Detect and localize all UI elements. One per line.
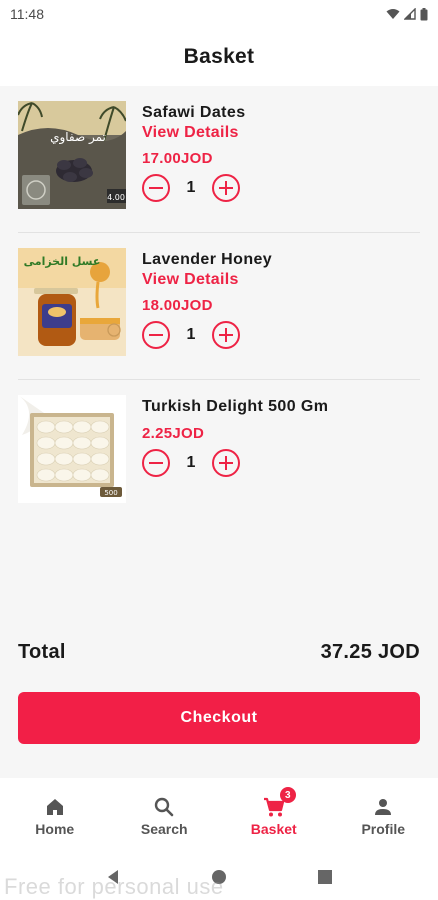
system-nav-bar	[0, 854, 438, 900]
bottom-nav: Home Search 3 Basket Profile	[0, 778, 438, 854]
increase-quantity-button[interactable]	[212, 449, 240, 477]
search-icon	[155, 797, 174, 817]
turkish-delight-weight-tag: 500	[104, 489, 117, 497]
honey-image-caption: عسل الخزامى	[24, 255, 101, 268]
nav-search[interactable]: Search	[110, 778, 220, 854]
nav-basket[interactable]: 3 Basket	[219, 778, 329, 854]
home-button-icon[interactable]	[211, 869, 227, 885]
product-image-honey: عسل الخزامى	[18, 248, 126, 356]
nav-home-label: Home	[35, 821, 75, 837]
nav-search-label: Search	[140, 821, 188, 837]
product-name: Lavender Honey	[142, 251, 273, 268]
checkout-button[interactable]: Checkout	[18, 692, 420, 744]
decrease-quantity-button[interactable]	[142, 174, 170, 202]
product-name: Turkish Delight 500 Gm	[142, 398, 329, 415]
product-price: 17.00JOD	[142, 150, 213, 167]
dates-price-tag: 4.00	[107, 193, 125, 202]
cart-count-badge: 3	[279, 787, 296, 803]
decrease-quantity-button[interactable]	[142, 449, 170, 477]
quantity-stepper: 1	[142, 321, 272, 349]
basket-item: 500 Turkish Delight 500 Gm 2.25JOD 1	[18, 380, 420, 527]
product-price: 2.25JOD	[142, 425, 205, 442]
battery-icon	[420, 7, 428, 20]
cart-icon-wrapper: 3	[262, 787, 296, 819]
increase-quantity-button[interactable]	[212, 174, 240, 202]
signal-icon	[404, 8, 416, 20]
basket-item: تمر صفاوي 4.00 Safawi Dates View Details…	[18, 86, 420, 233]
dates-image-caption: تمر صفاوي	[50, 130, 106, 145]
decrease-quantity-button[interactable]	[142, 321, 170, 349]
nav-profile-label: Profile	[361, 821, 406, 837]
status-time: 11:48	[10, 6, 44, 22]
status-icons	[386, 7, 428, 21]
wifi-icon	[386, 9, 400, 19]
quantity-stepper: 1	[142, 174, 246, 202]
product-image-dates: تمر صفاوي 4.00	[18, 101, 126, 209]
person-icon	[375, 799, 392, 815]
quantity-stepper: 1	[142, 449, 328, 477]
page-title: Basket	[183, 45, 255, 68]
increase-quantity-button[interactable]	[212, 321, 240, 349]
view-details-link[interactable]: View Details	[142, 122, 246, 144]
quantity-value: 1	[186, 454, 196, 471]
view-details-link[interactable]: View Details	[142, 269, 272, 291]
total-row: Total 37.25 JOD	[18, 641, 420, 664]
home-icon	[46, 799, 63, 815]
product-price: 18.00JOD	[142, 297, 213, 314]
quantity-value: 1	[186, 326, 196, 343]
nav-profile[interactable]: Profile	[329, 778, 438, 854]
recents-icon[interactable]	[317, 869, 333, 885]
total-value: 37.25 JOD	[320, 641, 420, 663]
app-bar: Basket	[0, 28, 438, 86]
back-icon[interactable]	[105, 869, 121, 885]
product-name: Safawi Dates	[142, 104, 246, 121]
nav-basket-label: Basket	[250, 821, 297, 837]
status-bar: 11:48	[0, 0, 438, 28]
total-label: Total	[18, 641, 66, 663]
product-image-turkish-delight: 500	[18, 395, 126, 503]
basket-item: عسل الخزامى Lavender Honey View Details …	[18, 233, 420, 380]
nav-home[interactable]: Home	[0, 778, 110, 854]
quantity-value: 1	[186, 179, 196, 196]
basket-list: تمر صفاوي 4.00 Safawi Dates View Details…	[0, 86, 438, 527]
